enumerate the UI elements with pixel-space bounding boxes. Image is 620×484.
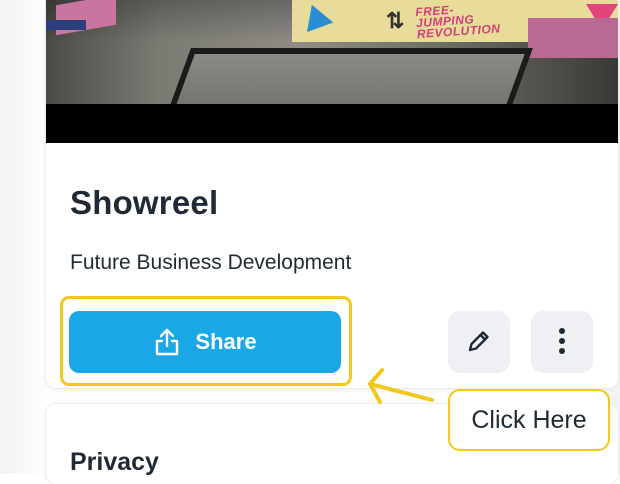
trampoline-image (161, 48, 533, 104)
click-here-callout: Click Here (448, 389, 610, 451)
share-button[interactable]: Share (69, 311, 341, 373)
section-title: Privacy (70, 448, 159, 476)
decor-pad (528, 18, 618, 58)
video-frame: ⇅ FREE- JUMPING REVOLUTION (46, 0, 618, 104)
pointer-arrow-icon (368, 368, 434, 404)
page-subtitle: Future Business Development (70, 251, 352, 274)
callout-text: Click Here (471, 405, 587, 434)
pencil-icon (466, 328, 492, 357)
decor-pad (46, 20, 86, 30)
page-title: Showreel (70, 184, 219, 221)
edit-button[interactable] (448, 311, 510, 373)
vertical-dots-icon (558, 327, 566, 358)
share-button-label: Share (195, 329, 257, 354)
video-thumbnail[interactable]: ⇅ FREE- JUMPING REVOLUTION (46, 0, 618, 143)
share-upload-icon (153, 327, 181, 357)
decor-arrow: ⇅ (386, 8, 405, 33)
more-options-button[interactable] (531, 311, 593, 373)
